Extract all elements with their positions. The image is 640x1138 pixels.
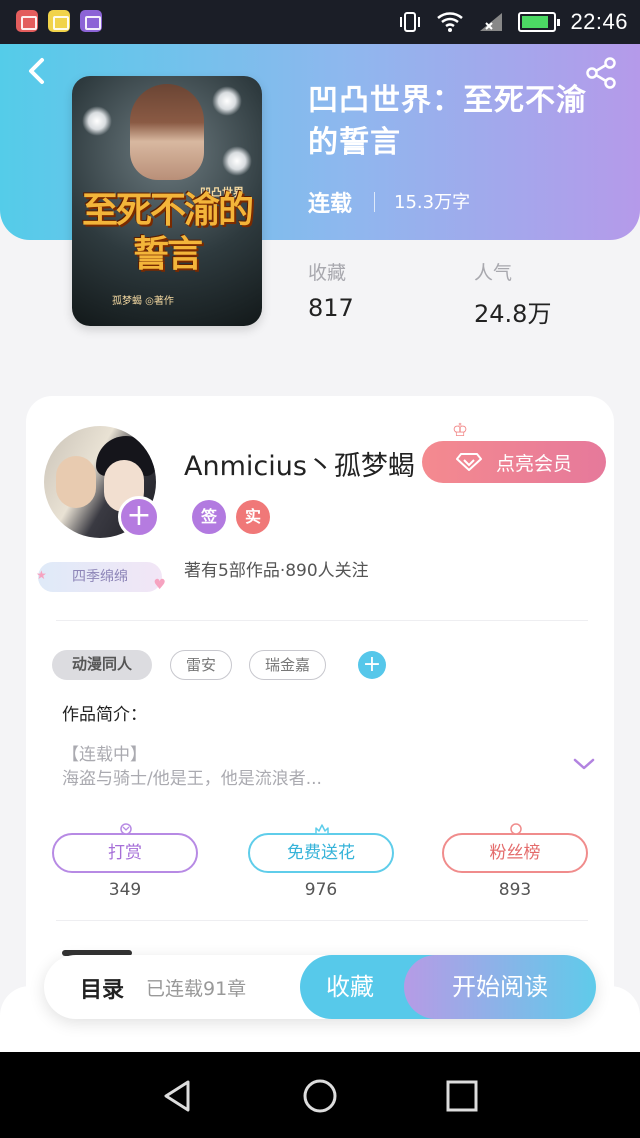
stat-favorites-value: 817 [308, 294, 354, 322]
chevron-down-icon[interactable] [572, 756, 596, 772]
book-cover[interactable]: 凹凸世界 至死不渝的誓言 孤梦蝎 ◎著作 [72, 76, 262, 326]
intro-label: 作品简介： [62, 705, 147, 725]
cover-flower [222, 146, 252, 176]
reward-count: 349 [108, 880, 142, 900]
send-flower-button[interactable]: 免费送花 [248, 824, 394, 873]
chevron-left-icon[interactable] [22, 56, 52, 86]
back-triangle-icon[interactable] [158, 1076, 198, 1116]
wifi-icon [437, 12, 464, 32]
divider [56, 920, 588, 921]
book-title: 凹凸世界：至死不渝的誓言 [308, 83, 587, 160]
signal-icon [480, 13, 503, 31]
cover-title: 至死不渝的誓言 [81, 189, 254, 275]
wechat-icon [48, 10, 70, 32]
vip-button[interactable]: 点亮会员 [422, 441, 606, 483]
word-count: 15.3万字 [394, 192, 471, 213]
status-bar: 22:46 [0, 0, 640, 44]
author-name[interactable]: Anmicius丶孤梦蝎 [184, 444, 415, 483]
stat-favorites-label: 收藏 [308, 262, 347, 284]
stat-popularity-label: 人气 [474, 262, 513, 284]
reward-icon [120, 823, 132, 835]
system-nav-bar [0, 1052, 640, 1138]
intro-status: 【连载中】 [62, 745, 147, 765]
fans-count: 893 [498, 880, 532, 900]
avatar-figure [56, 456, 96, 508]
tag-chip[interactable]: 雷安 [170, 650, 232, 680]
start-reading-button[interactable]: 开始阅读 [404, 955, 596, 1019]
cover-character [130, 84, 204, 180]
chapter-count[interactable]: 已连载91章 [146, 974, 246, 1001]
author-meta: 著有5部作品·890人关注 [184, 561, 369, 581]
tag-chip[interactable]: 瑞金嘉 [249, 650, 326, 680]
home-circle-icon[interactable] [300, 1076, 340, 1116]
stat-popularity-value: 24.8万 [474, 300, 552, 328]
author-badge: 四季绵绵 [36, 560, 166, 600]
follow-author-button[interactable]: + [118, 496, 160, 538]
reward-button[interactable]: 打赏 [52, 823, 198, 873]
send-flower-label: 免费送花 [287, 843, 355, 863]
cover-flower [212, 86, 242, 116]
vibrate-icon [400, 12, 421, 32]
intro-text: 海盗与骑士/他是王，他是流浪者... [62, 769, 322, 789]
gallery-icon [80, 10, 102, 32]
diamond-icon [455, 453, 482, 471]
verified-tag: 实 [236, 500, 270, 534]
battery-icon [518, 12, 561, 32]
toc-button[interactable]: 目录 [80, 972, 124, 1004]
category-chip[interactable]: 动漫同人 [52, 650, 152, 680]
medal-icon [510, 823, 522, 835]
fans-rank-button[interactable]: 粉丝榜 [442, 823, 588, 873]
reward-label: 打赏 [108, 843, 142, 863]
recents-square-icon[interactable] [442, 1076, 482, 1116]
book-status: 连载 [308, 192, 353, 217]
add-tag-button[interactable]: + [358, 651, 386, 679]
clock: 22:46 [570, 9, 628, 34]
fans-rank-label: 粉丝榜 [489, 843, 541, 863]
cover-author: 孤梦蝎 ◎著作 [112, 296, 174, 307]
crown-icon: ♔ [452, 420, 469, 441]
mail-icon [16, 10, 38, 32]
flower-count: 976 [304, 880, 338, 900]
vip-button-label: 点亮会员 [495, 452, 572, 475]
flower-icon [315, 824, 329, 835]
divider [56, 620, 588, 621]
divider [374, 192, 375, 212]
cover-flower [82, 106, 112, 136]
signed-tag: 签 [192, 500, 226, 534]
